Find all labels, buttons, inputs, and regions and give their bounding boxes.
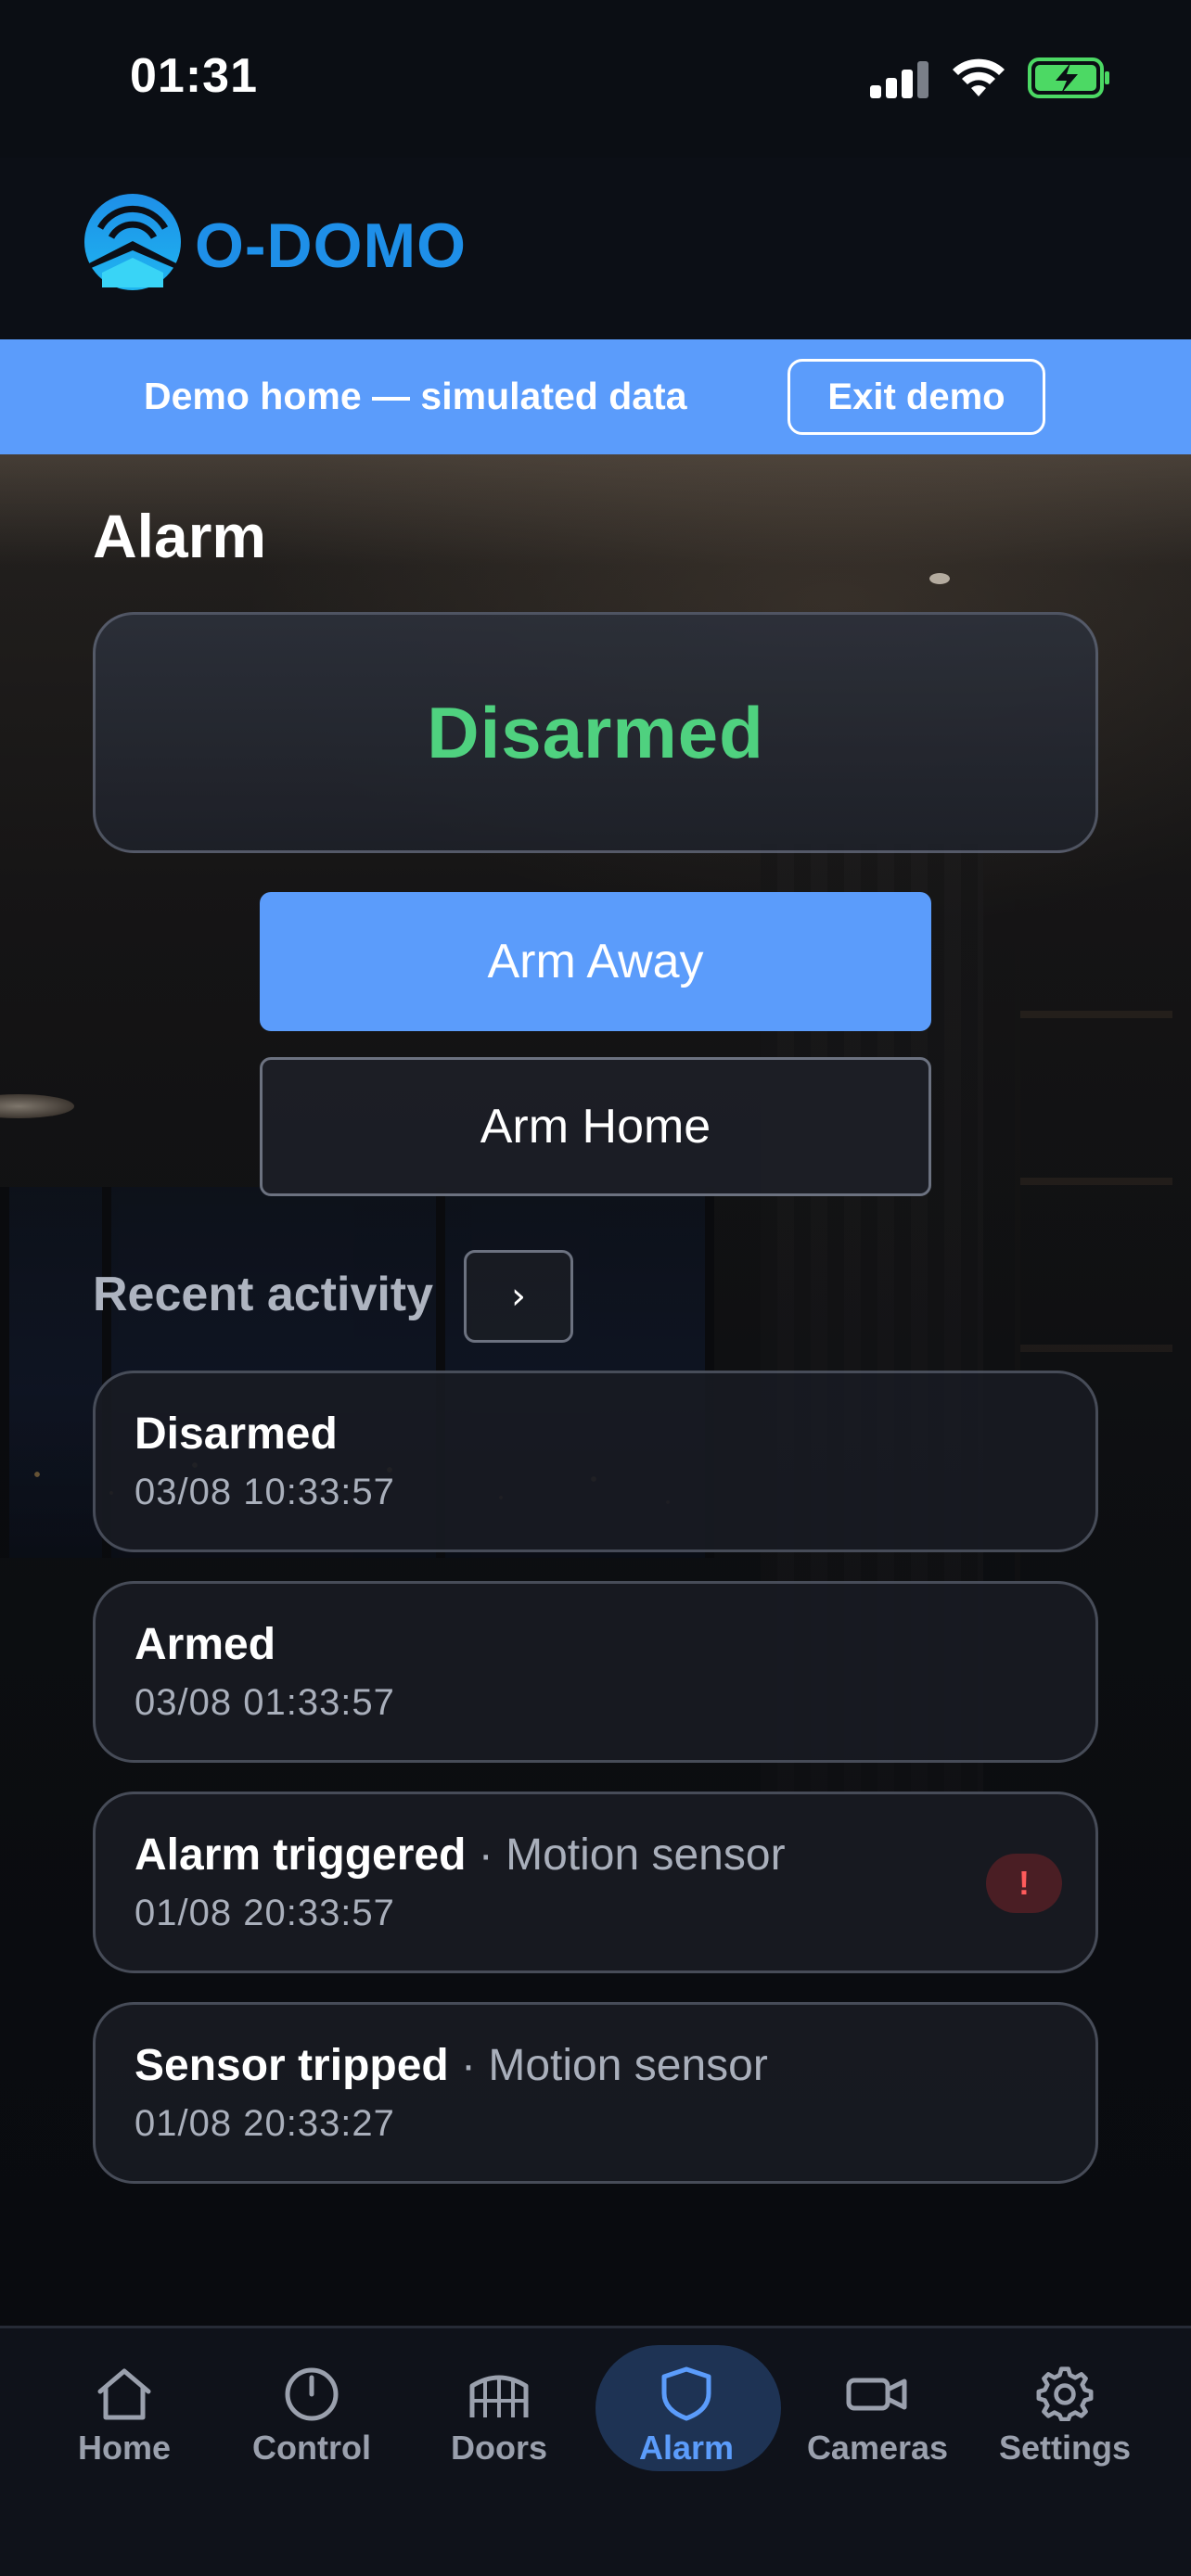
activity-time: 03/08 01:33:57 — [134, 1682, 395, 1723]
activity-event: Disarmed — [134, 1409, 338, 1459]
tab-alarm[interactable]: Alarm — [594, 2328, 781, 2514]
tab-doors[interactable]: Doors — [406, 2328, 592, 2514]
tab-home[interactable]: Home — [32, 2328, 217, 2514]
power-icon — [285, 2367, 339, 2421]
alarm-status-label: Disarmed — [427, 691, 764, 773]
video-camera-icon — [846, 2378, 907, 2411]
activity-source: Motion sensor — [506, 1830, 786, 1880]
activity-time: 03/08 10:33:57 — [134, 1472, 395, 1512]
battery-charging-icon — [1028, 57, 1109, 98]
exit-demo-button[interactable]: Exit demo — [788, 359, 1045, 435]
activity-item[interactable]: Armed 03/08 01:33:57 — [93, 1581, 1098, 1763]
logo-wordmark: O-DOMO — [195, 210, 467, 281]
alert-badge: ! — [986, 1854, 1062, 1913]
activity-event: Sensor tripped — [134, 2041, 449, 2090]
cellular-signal-icon — [870, 59, 929, 98]
arm-home-button[interactable]: Arm Home — [260, 1057, 931, 1196]
activity-separator: · — [448, 2041, 489, 2090]
activity-event: Armed — [134, 1620, 276, 1669]
tab-settings[interactable]: Settings — [972, 2328, 1158, 2514]
activity-item[interactable]: Alarm triggered · Motion sensor 01/08 20… — [93, 1792, 1098, 1973]
wifi-icon — [953, 58, 1005, 96]
recent-activity-title: Recent activity — [93, 1268, 434, 1321]
status-bar: 01:31 — [0, 0, 1191, 158]
recent-activity-more-button[interactable]: › — [464, 1250, 573, 1343]
arm-away-button[interactable]: Arm Away — [260, 892, 931, 1031]
alarm-status-card: Disarmed — [93, 612, 1098, 853]
odomo-logo: O-DOMO — [84, 194, 467, 290]
demo-banner: Demo home — simulated data Exit demo — [0, 339, 1191, 454]
tab-control[interactable]: Control — [219, 2328, 404, 2514]
tab-bar: Home Control Doors Alarm Cameras Setting… — [0, 2326, 1191, 2576]
activity-item[interactable]: Disarmed 03/08 10:33:57 — [93, 1371, 1098, 1552]
demo-banner-text: Demo home — simulated data — [144, 375, 687, 417]
activity-time: 01/08 20:33:27 — [134, 2103, 395, 2144]
page-title: Alarm — [93, 502, 267, 570]
activity-time: 01/08 20:33:57 — [134, 1893, 395, 1933]
activity-item[interactable]: Sensor tripped · Motion sensor 01/08 20:… — [93, 2002, 1098, 2184]
gate-icon — [469, 2375, 529, 2417]
app-header: O-DOMO — [0, 158, 1191, 339]
shield-icon — [661, 2366, 711, 2421]
activity-separator: · — [466, 1830, 506, 1880]
activity-source: Motion sensor — [488, 2041, 768, 2090]
status-time: 01:31 — [130, 49, 258, 103]
gear-icon — [1036, 2366, 1094, 2421]
activity-event: Alarm triggered — [134, 1830, 467, 1880]
tab-cameras[interactable]: Cameras — [785, 2328, 970, 2514]
home-icon — [97, 2368, 151, 2420]
